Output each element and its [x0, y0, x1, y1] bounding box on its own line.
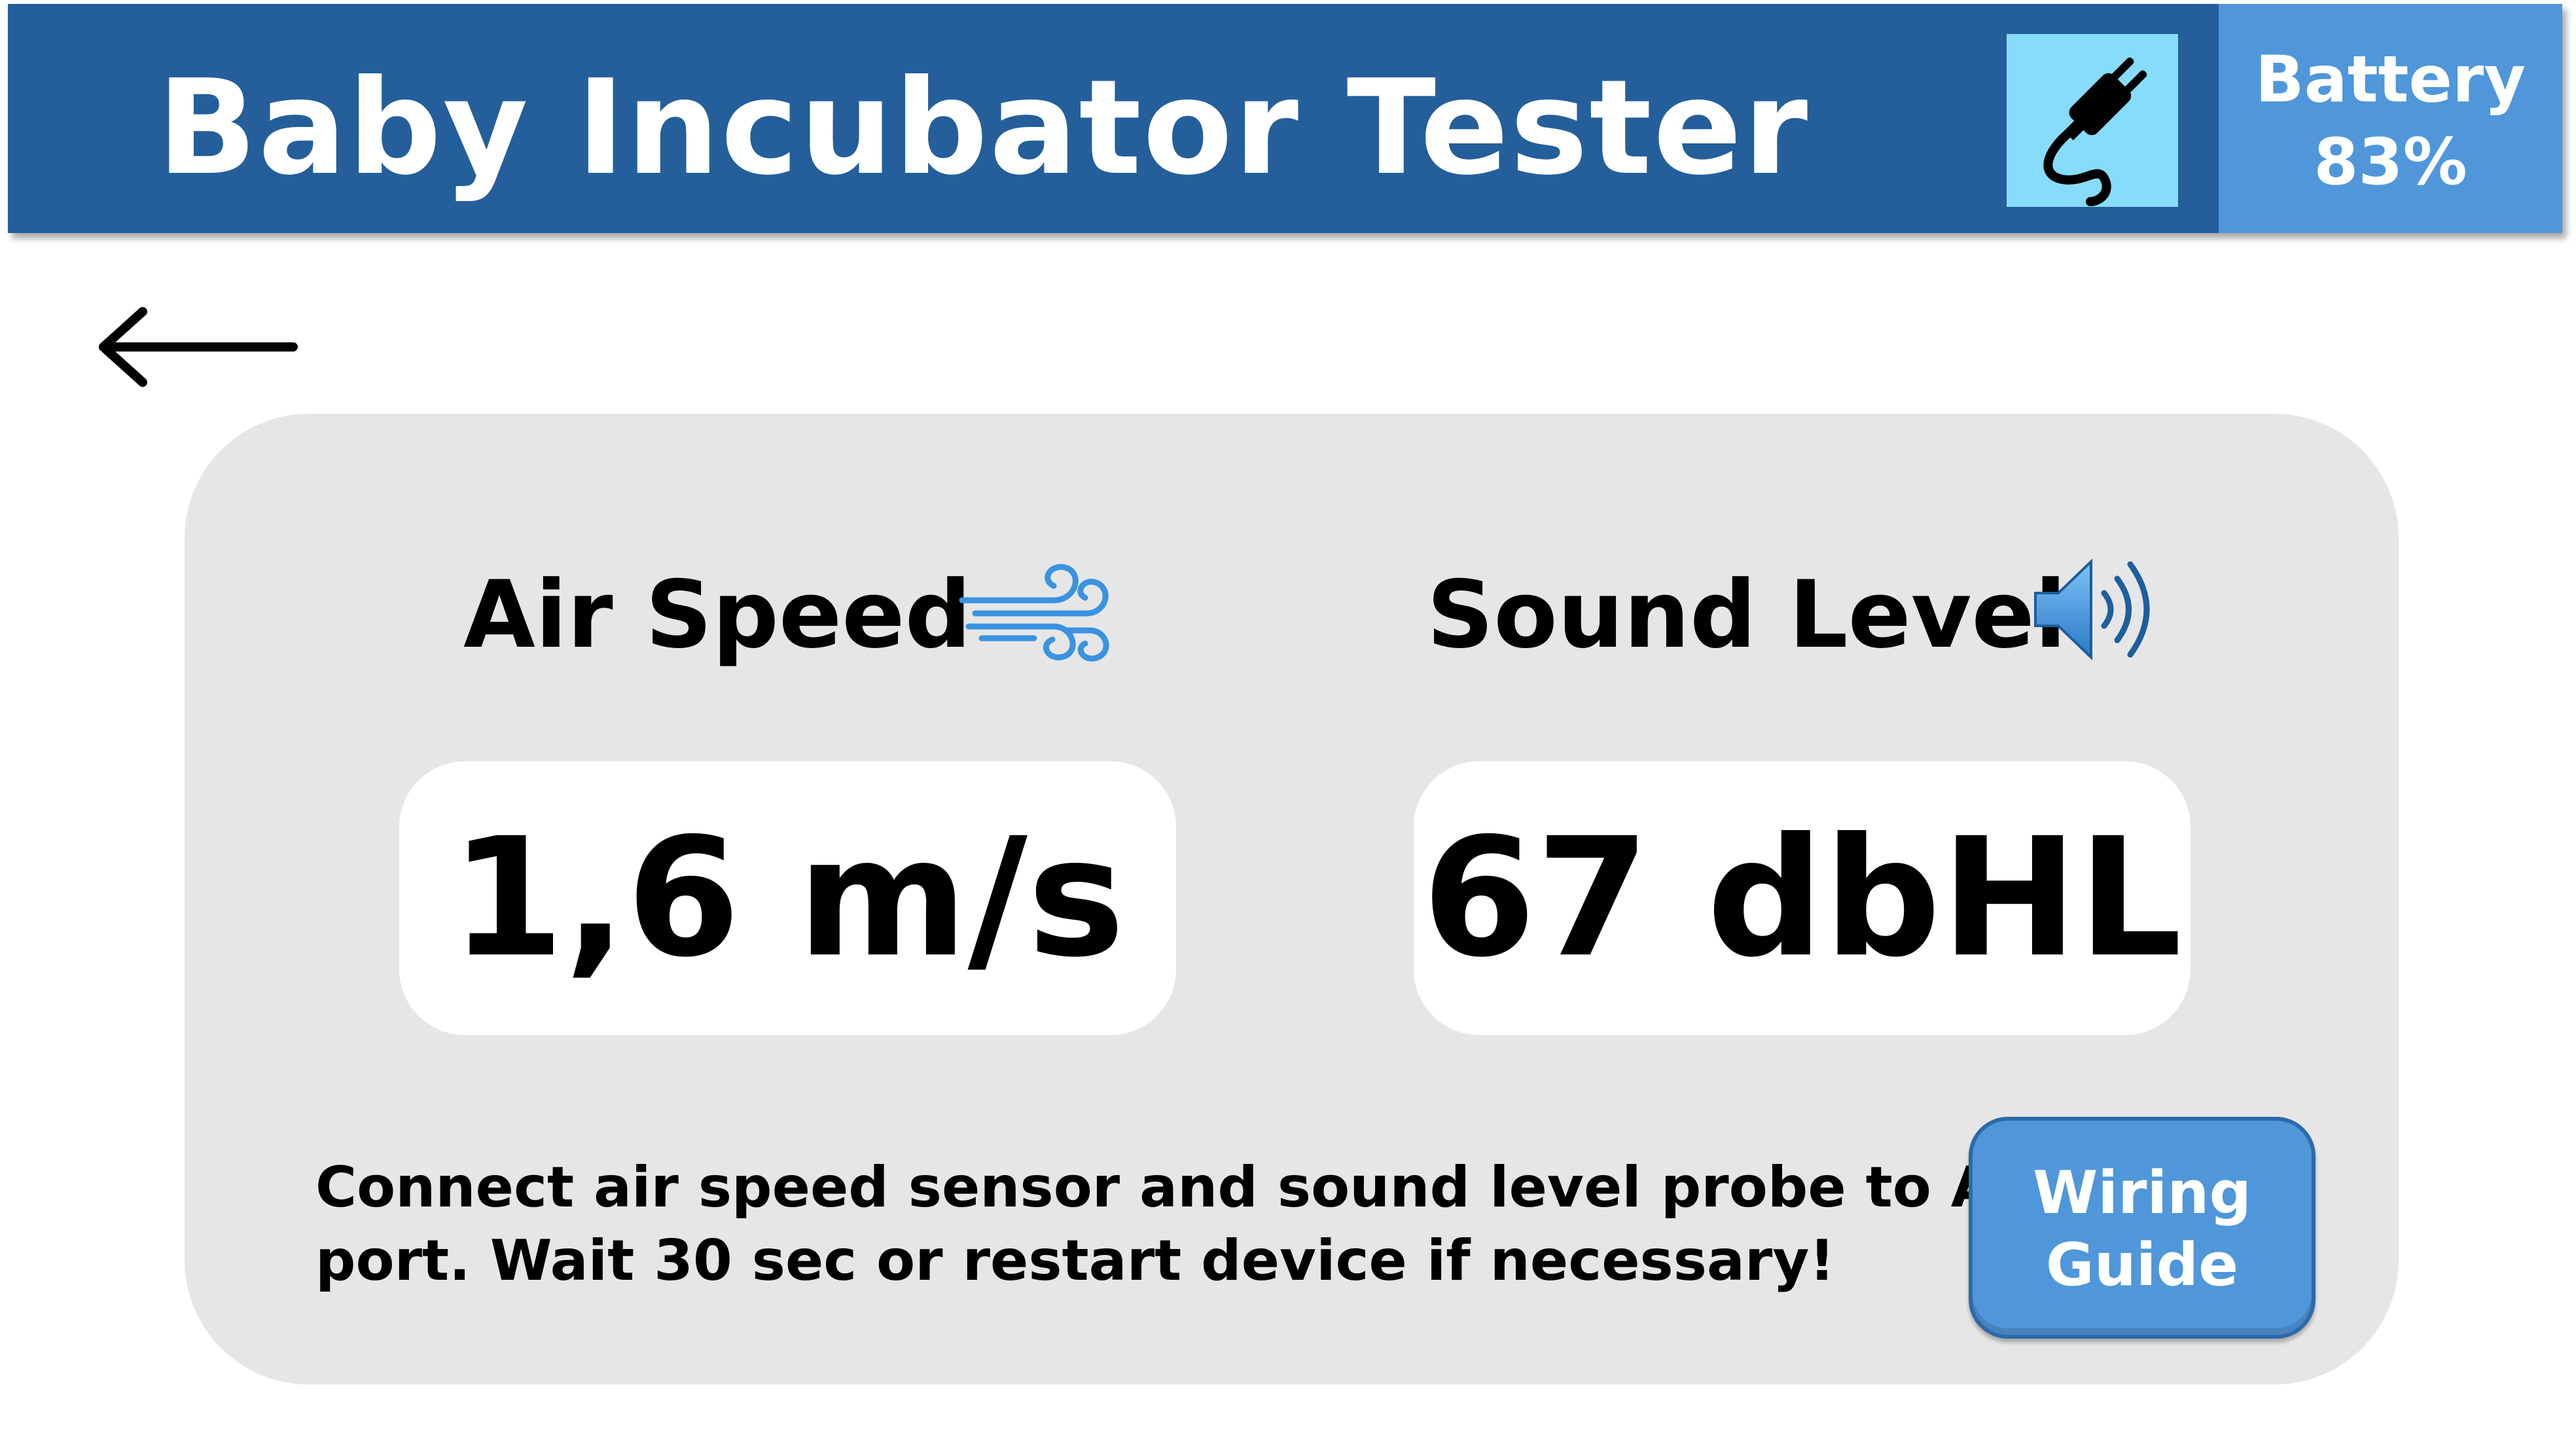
air-speed-label: Air Speed [463, 561, 972, 669]
speaker-icon [2034, 558, 2150, 661]
instruction-text: Connect air speed sensor and sound level… [315, 1151, 2071, 1297]
air-speed-display: 1,6 m/s [399, 761, 1176, 1035]
plug-icon [2043, 57, 2147, 206]
instruction-line-2: port. Wait 30 sec or restart device if n… [315, 1228, 1835, 1294]
air-speed-value: 1,6 m/s [450, 803, 1125, 993]
power-status [2007, 34, 2178, 207]
battery-percent: 83% [2314, 125, 2467, 200]
wiring-guide-label-1: Wiring [2033, 1159, 2251, 1227]
wiring-guide-label-2: Guide [2045, 1231, 2239, 1299]
arrow-left-icon [99, 307, 298, 387]
sound-level-display: 67 dbHL [1414, 761, 2191, 1035]
instruction-line-1: Connect air speed sensor and sound level… [315, 1155, 2071, 1220]
app-title: Baby Incubator Tester [157, 52, 1810, 204]
app-header: Baby Incubator Tester Battery 83% [8, 4, 2562, 233]
wiring-guide-button[interactable]: Wiring Guide [1969, 1117, 2316, 1339]
sound-level-value: 67 dbHL [1422, 803, 2183, 993]
battery-indicator: Battery 83% [2219, 4, 2562, 233]
sound-level-label: Sound Level [1427, 561, 2067, 669]
back-button[interactable] [92, 301, 301, 393]
wind-icon [959, 564, 1109, 662]
battery-label: Battery [2255, 43, 2526, 117]
